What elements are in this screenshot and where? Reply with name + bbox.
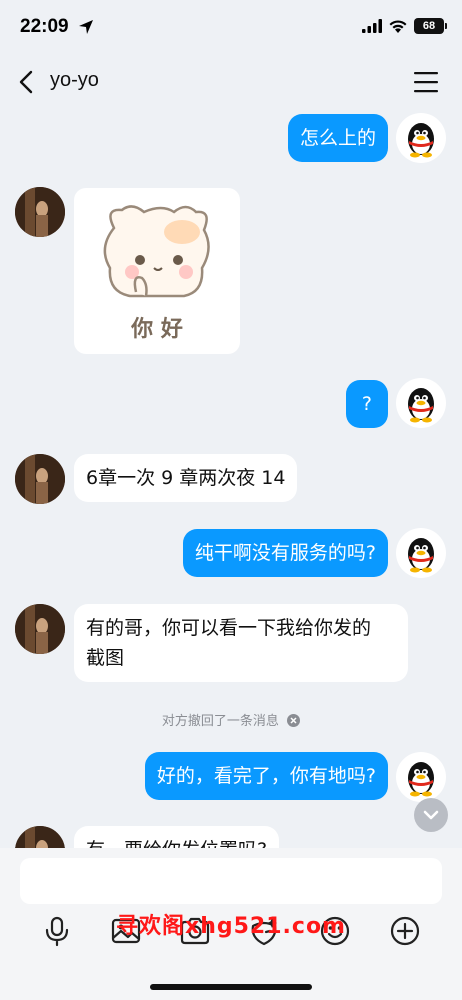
status-bar: 22:09 68 — [0, 0, 462, 54]
avatar[interactable] — [15, 604, 65, 654]
battery-level: 68 — [422, 20, 436, 32]
message-bubble-outgoing[interactable]: 纯干啊没有服务的吗? — [182, 529, 388, 577]
message-bubble-incoming[interactable]: 有，要给你发位置吗? — [74, 826, 280, 848]
profile-photo — [15, 826, 65, 848]
profile-photo — [15, 454, 65, 504]
watermark: 寻欢阁xhg521.com — [116, 914, 346, 939]
message-list[interactable]: 怎么上的 你 好 ? 6章一次 9 章两次夜 14 纯干啊没有服务的吗? 有的哥… — [0, 110, 462, 848]
signal-icon — [362, 19, 382, 33]
message-input[interactable] — [20, 858, 442, 904]
avatar[interactable] — [396, 528, 446, 578]
hamburger-menu-icon[interactable] — [414, 71, 438, 93]
message-text-line: 有的哥，你可以看一下我给你发的 — [86, 617, 372, 639]
qq-penguin-icon — [408, 762, 434, 797]
message-bubble-outgoing[interactable]: 怎么上的 — [287, 114, 388, 162]
hello-bear-sticker: 你 好 — [103, 205, 210, 342]
battery-icon: 68 — [414, 18, 447, 34]
avatar[interactable] — [15, 826, 65, 848]
status-time: 22:09 — [20, 16, 69, 37]
profile-photo — [15, 187, 65, 237]
qq-penguin-icon — [408, 388, 434, 423]
chat-title: yo-yo — [50, 69, 99, 91]
location-arrow-icon — [79, 20, 93, 34]
avatar[interactable] — [396, 113, 446, 163]
message-bubble-outgoing[interactable]: 好的，看完了，你有地吗? — [144, 752, 388, 800]
close-circle-icon[interactable] — [287, 714, 301, 727]
home-indicator[interactable] — [150, 984, 312, 990]
message-text-line: 截图 — [86, 647, 125, 669]
avatar[interactable] — [15, 187, 65, 237]
avatar[interactable] — [15, 454, 65, 504]
recall-notice-text: 对方撤回了一条消息 — [161, 714, 279, 729]
recall-notice: 对方撤回了一条消息 — [0, 710, 462, 729]
chevron-left-icon[interactable] — [14, 68, 42, 96]
message-bubble-incoming[interactable]: 有的哥，你可以看一下我给你发的 截图 — [74, 604, 408, 682]
scroll-to-bottom-button[interactable] — [414, 798, 448, 832]
sticker-caption: 你 好 — [130, 316, 183, 342]
qq-penguin-icon — [408, 538, 434, 573]
message-bubble-outgoing[interactable]: ? — [345, 380, 388, 428]
profile-photo — [15, 604, 65, 654]
avatar[interactable] — [396, 752, 446, 802]
message-bubble-incoming[interactable]: 6章一次 9 章两次夜 14 — [74, 454, 298, 502]
chat-header: yo-yo — [0, 54, 462, 110]
chevron-down-icon — [423, 810, 439, 820]
wifi-icon — [389, 19, 407, 33]
status-icons: 68 — [362, 18, 447, 34]
avatar[interactable] — [396, 378, 446, 428]
sticker-message[interactable]: 你 好 — [74, 188, 240, 354]
qq-penguin-icon — [408, 123, 434, 158]
